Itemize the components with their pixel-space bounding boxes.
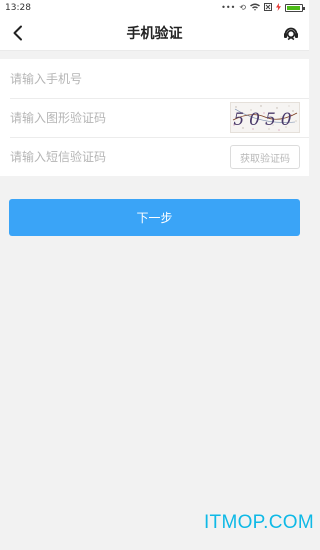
sms-row: 获取验证码 — [0, 137, 309, 176]
phone-row — [0, 59, 309, 98]
dots-icon: ••• — [221, 3, 236, 12]
watermark: ITMOP.COM — [203, 512, 314, 533]
phone-input[interactable] — [10, 71, 210, 86]
back-button[interactable] — [8, 23, 28, 43]
status-bar: 13:28 ••• ⟲ — [0, 0, 309, 16]
wifi-icon — [250, 3, 260, 13]
battery-fill — [287, 6, 300, 10]
captcha-row: 5050 — [0, 98, 309, 137]
status-time: 13:28 — [5, 3, 31, 13]
battery-tip — [303, 7, 305, 10]
nav-bar: 手机验证 — [0, 16, 309, 51]
captcha-text: 5050 — [233, 110, 296, 130]
verification-form: 5050 获取验证码 — [0, 59, 309, 176]
captcha-graphic: 5050 — [232, 105, 298, 131]
captcha-input[interactable] — [10, 110, 210, 125]
customer-service-icon — [284, 27, 298, 41]
sync-icon: ⟲ — [239, 3, 246, 12]
sms-code-input[interactable] — [10, 149, 210, 164]
captcha-image[interactable]: 5050 — [230, 102, 300, 133]
customer-service-button[interactable] — [281, 23, 301, 43]
sim-icon — [264, 3, 272, 13]
status-icons: ••• ⟲ — [221, 3, 305, 13]
charging-icon — [276, 3, 281, 13]
next-step-button[interactable]: 下一步 — [9, 199, 300, 236]
chevron-left-icon — [13, 25, 22, 41]
page-title: 手机验证 — [126, 26, 183, 42]
get-sms-code-button[interactable]: 获取验证码 — [230, 145, 300, 169]
battery-icon — [285, 4, 305, 12]
